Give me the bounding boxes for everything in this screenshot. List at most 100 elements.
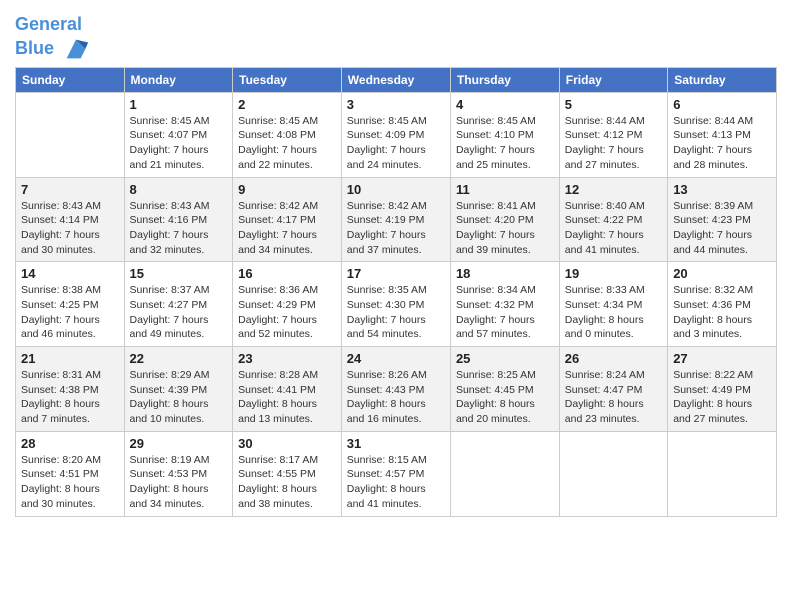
logo-icon <box>62 35 90 63</box>
day-info: Sunrise: 8:25 AMSunset: 4:45 PMDaylight:… <box>456 368 554 427</box>
day-info: Sunrise: 8:42 AMSunset: 4:19 PMDaylight:… <box>347 199 445 258</box>
day-cell <box>450 431 559 516</box>
day-cell: 1 Sunrise: 8:45 AMSunset: 4:07 PMDaylight… <box>124 92 233 177</box>
day-info: Sunrise: 8:43 AMSunset: 4:14 PMDaylight:… <box>21 199 119 258</box>
day-info: Sunrise: 8:28 AMSunset: 4:41 PMDaylight:… <box>238 368 336 427</box>
day-cell: 8 Sunrise: 8:43 AMSunset: 4:16 PMDaylight… <box>124 177 233 262</box>
day-info: Sunrise: 8:45 AMSunset: 4:07 PMDaylight:… <box>130 114 228 173</box>
day-cell: 24 Sunrise: 8:26 AMSunset: 4:43 PMDayligh… <box>341 347 450 432</box>
day-number: 24 <box>347 351 445 366</box>
day-info: Sunrise: 8:29 AMSunset: 4:39 PMDaylight:… <box>130 368 228 427</box>
day-number: 14 <box>21 266 119 281</box>
day-cell: 19 Sunrise: 8:33 AMSunset: 4:34 PMDayligh… <box>559 262 667 347</box>
day-cell: 31Sunrise: 8:15 AMSunset: 4:57 PMDayligh… <box>341 431 450 516</box>
day-number: 27 <box>673 351 771 366</box>
day-info: Sunrise: 8:17 AMSunset: 4:55 PMDaylight:… <box>238 453 336 512</box>
day-number: 12 <box>565 182 662 197</box>
day-number: 5 <box>565 97 662 112</box>
day-info: Sunrise: 8:31 AMSunset: 4:38 PMDaylight:… <box>21 368 119 427</box>
weekday-header-row: SundayMondayTuesdayWednesdayThursdayFrid… <box>16 67 777 92</box>
week-row-5: 28 Sunrise: 8:20 AMSunset: 4:51 PMDayligh… <box>16 431 777 516</box>
day-cell: 15 Sunrise: 8:37 AMSunset: 4:27 PMDayligh… <box>124 262 233 347</box>
day-cell: 16 Sunrise: 8:36 AMSunset: 4:29 PMDayligh… <box>233 262 342 347</box>
day-cell: 25 Sunrise: 8:25 AMSunset: 4:45 PMDayligh… <box>450 347 559 432</box>
day-cell: 14 Sunrise: 8:38 AMSunset: 4:25 PMDayligh… <box>16 262 125 347</box>
day-cell: 18 Sunrise: 8:34 AMSunset: 4:32 PMDayligh… <box>450 262 559 347</box>
day-number: 8 <box>130 182 228 197</box>
day-number: 2 <box>238 97 336 112</box>
day-info: Sunrise: 8:35 AMSunset: 4:30 PMDaylight:… <box>347 283 445 342</box>
weekday-thursday: Thursday <box>450 67 559 92</box>
weekday-monday: Monday <box>124 67 233 92</box>
day-number: 3 <box>347 97 445 112</box>
weekday-tuesday: Tuesday <box>233 67 342 92</box>
day-info: Sunrise: 8:38 AMSunset: 4:25 PMDaylight:… <box>21 283 119 342</box>
day-cell: 30Sunrise: 8:17 AMSunset: 4:55 PMDayligh… <box>233 431 342 516</box>
day-info: Sunrise: 8:26 AMSunset: 4:43 PMDaylight:… <box>347 368 445 427</box>
day-info: Sunrise: 8:15 AMSunset: 4:57 PMDaylight:… <box>347 453 445 512</box>
day-number: 23 <box>238 351 336 366</box>
day-number: 26 <box>565 351 662 366</box>
day-cell <box>668 431 777 516</box>
day-info: Sunrise: 8:37 AMSunset: 4:27 PMDaylight:… <box>130 283 228 342</box>
day-number: 29 <box>130 436 228 451</box>
day-info: Sunrise: 8:36 AMSunset: 4:29 PMDaylight:… <box>238 283 336 342</box>
weekday-sunday: Sunday <box>16 67 125 92</box>
calendar-body: 1 Sunrise: 8:45 AMSunset: 4:07 PMDaylight… <box>16 92 777 516</box>
logo-subtext: Blue <box>15 35 90 63</box>
day-info: Sunrise: 8:24 AMSunset: 4:47 PMDaylight:… <box>565 368 662 427</box>
day-cell: 4 Sunrise: 8:45 AMSunset: 4:10 PMDaylight… <box>450 92 559 177</box>
day-number: 4 <box>456 97 554 112</box>
day-info: Sunrise: 8:41 AMSunset: 4:20 PMDaylight:… <box>456 199 554 258</box>
day-info: Sunrise: 8:43 AMSunset: 4:16 PMDaylight:… <box>130 199 228 258</box>
day-cell: 12 Sunrise: 8:40 AMSunset: 4:22 PMDayligh… <box>559 177 667 262</box>
week-row-1: 1 Sunrise: 8:45 AMSunset: 4:07 PMDaylight… <box>16 92 777 177</box>
day-info: Sunrise: 8:32 AMSunset: 4:36 PMDaylight:… <box>673 283 771 342</box>
day-info: Sunrise: 8:20 AMSunset: 4:51 PMDaylight:… <box>21 453 119 512</box>
day-number: 22 <box>130 351 228 366</box>
day-cell: 26 Sunrise: 8:24 AMSunset: 4:47 PMDayligh… <box>559 347 667 432</box>
day-info: Sunrise: 8:19 AMSunset: 4:53 PMDaylight:… <box>130 453 228 512</box>
day-cell: 13 Sunrise: 8:39 AMSunset: 4:23 PMDayligh… <box>668 177 777 262</box>
day-info: Sunrise: 8:34 AMSunset: 4:32 PMDaylight:… <box>456 283 554 342</box>
weekday-friday: Friday <box>559 67 667 92</box>
day-number: 7 <box>21 182 119 197</box>
day-info: Sunrise: 8:45 AMSunset: 4:09 PMDaylight:… <box>347 114 445 173</box>
day-number: 28 <box>21 436 119 451</box>
day-cell: 22 Sunrise: 8:29 AMSunset: 4:39 PMDayligh… <box>124 347 233 432</box>
day-number: 19 <box>565 266 662 281</box>
day-number: 1 <box>130 97 228 112</box>
day-info: Sunrise: 8:42 AMSunset: 4:17 PMDaylight:… <box>238 199 336 258</box>
week-row-3: 14 Sunrise: 8:38 AMSunset: 4:25 PMDayligh… <box>16 262 777 347</box>
day-cell: 2Sunrise: 8:45 AMSunset: 4:08 PMDaylight… <box>233 92 342 177</box>
day-cell: 10 Sunrise: 8:42 AMSunset: 4:19 PMDayligh… <box>341 177 450 262</box>
day-info: Sunrise: 8:33 AMSunset: 4:34 PMDaylight:… <box>565 283 662 342</box>
day-number: 11 <box>456 182 554 197</box>
day-cell: 21Sunrise: 8:31 AMSunset: 4:38 PMDayligh… <box>16 347 125 432</box>
day-cell: 28 Sunrise: 8:20 AMSunset: 4:51 PMDayligh… <box>16 431 125 516</box>
day-number: 18 <box>456 266 554 281</box>
day-cell: 11 Sunrise: 8:41 AMSunset: 4:20 PMDayligh… <box>450 177 559 262</box>
weekday-saturday: Saturday <box>668 67 777 92</box>
day-number: 13 <box>673 182 771 197</box>
day-cell: 9 Sunrise: 8:42 AMSunset: 4:17 PMDaylight… <box>233 177 342 262</box>
day-cell: 3 Sunrise: 8:45 AMSunset: 4:09 PMDaylight… <box>341 92 450 177</box>
day-number: 16 <box>238 266 336 281</box>
calendar-table: SundayMondayTuesdayWednesdayThursdayFrid… <box>15 67 777 517</box>
day-number: 9 <box>238 182 336 197</box>
page-header: General Blue <box>15 10 777 63</box>
day-info: Sunrise: 8:40 AMSunset: 4:22 PMDaylight:… <box>565 199 662 258</box>
day-info: Sunrise: 8:22 AMSunset: 4:49 PMDaylight:… <box>673 368 771 427</box>
day-number: 15 <box>130 266 228 281</box>
day-cell: 20Sunrise: 8:32 AMSunset: 4:36 PMDayligh… <box>668 262 777 347</box>
day-info: Sunrise: 8:45 AMSunset: 4:10 PMDaylight:… <box>456 114 554 173</box>
week-row-2: 7 Sunrise: 8:43 AMSunset: 4:14 PMDaylight… <box>16 177 777 262</box>
day-cell <box>16 92 125 177</box>
day-cell: 23 Sunrise: 8:28 AMSunset: 4:41 PMDayligh… <box>233 347 342 432</box>
day-number: 10 <box>347 182 445 197</box>
day-cell: 5Sunrise: 8:44 AMSunset: 4:12 PMDaylight… <box>559 92 667 177</box>
day-info: Sunrise: 8:44 AMSunset: 4:13 PMDaylight:… <box>673 114 771 173</box>
day-cell: 17Sunrise: 8:35 AMSunset: 4:30 PMDayligh… <box>341 262 450 347</box>
day-number: 25 <box>456 351 554 366</box>
day-info: Sunrise: 8:39 AMSunset: 4:23 PMDaylight:… <box>673 199 771 258</box>
